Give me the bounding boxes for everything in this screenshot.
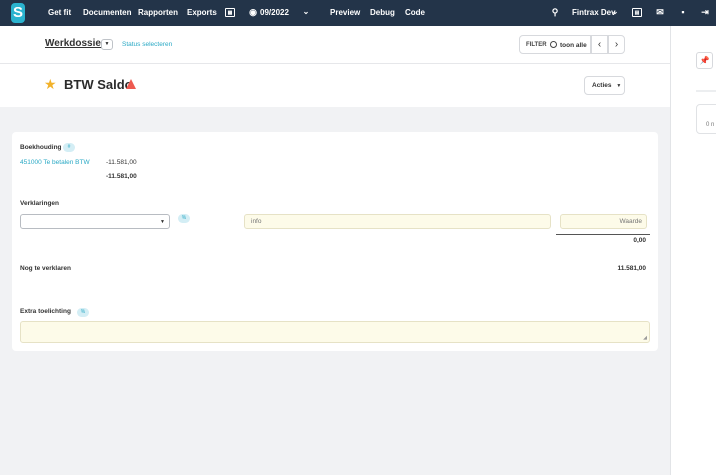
chevron-down-icon[interactable]: ⌄	[301, 7, 311, 17]
total-divider	[556, 234, 650, 235]
actions-caret-icon: ▼	[616, 83, 622, 89]
account-amount: -11.581,00	[106, 159, 137, 166]
top-navbar: S Get fit Documenten Rapporten Exports ▦…	[0, 0, 716, 26]
mail-icon[interactable]: ✉	[655, 7, 665, 17]
verklaringen-label: Verklaringen	[20, 200, 60, 207]
search-icon[interactable]: ⚲	[550, 7, 560, 17]
previous-button[interactable]: ‹	[591, 35, 608, 54]
nog-te-verklaren-value: 11.581,00	[617, 265, 646, 272]
filter-toggle[interactable]: FILTER toon alle	[519, 35, 591, 54]
user-chevron-down-icon[interactable]: ⌄	[610, 7, 620, 17]
verklaringen-tag[interactable]: %	[178, 214, 190, 223]
star-icon[interactable]: ★	[44, 77, 57, 91]
filter-label: FILTER	[526, 42, 547, 48]
page-title: BTW Saldo	[64, 77, 133, 92]
werkdossier-dropdown-button[interactable]: ▼	[101, 39, 113, 50]
verklaringen-total: 0,00	[633, 237, 646, 244]
next-button[interactable]: ›	[608, 35, 625, 54]
nav-item-documenten[interactable]: Documenten	[83, 8, 131, 17]
verklaring-select[interactable]: ▼	[20, 214, 170, 229]
resize-handle-icon[interactable]: ◢	[643, 335, 647, 341]
extra-toelichting-textarea[interactable]: ◢	[20, 321, 650, 343]
contact-card-icon[interactable]: ▤	[632, 8, 642, 17]
app-logo[interactable]: S	[11, 3, 25, 23]
nav-item-get-fit[interactable]: Get fit	[48, 8, 71, 17]
title-bar: ★ BTW Saldo Acties ▼	[0, 64, 670, 107]
nav-item-code[interactable]: Code	[405, 8, 425, 17]
nav-item-debug[interactable]: Debug	[370, 8, 395, 17]
account-link[interactable]: 451000 Te betalen BTW	[20, 159, 90, 166]
nav-item-preview[interactable]: Preview	[330, 8, 360, 17]
eye-icon[interactable]: ◉	[248, 7, 258, 17]
pin-icon[interactable]: 📌	[696, 52, 713, 69]
nav-item-exports[interactable]: Exports	[187, 8, 217, 17]
warning-icon	[126, 79, 136, 89]
actions-label: Acties	[592, 82, 612, 89]
filter-radio[interactable]	[550, 41, 557, 48]
nav-item-rapporten[interactable]: Rapporten	[138, 8, 178, 17]
extra-toelichting-tag[interactable]: %	[77, 308, 89, 317]
actions-button[interactable]: Acties ▼	[584, 76, 625, 95]
boekhouding-label: Boekhouding	[20, 144, 62, 151]
period-selector[interactable]: 09/2022	[260, 8, 289, 17]
comment-icon[interactable]: ▪	[678, 7, 688, 17]
account-total: -11.581,00	[106, 173, 137, 180]
right-side-panel: 📌 0 n	[670, 26, 716, 475]
btw-saldo-card: Boekhouding # 451000 Te betalen BTW -11.…	[12, 132, 658, 351]
waarde-input[interactable]	[560, 214, 647, 229]
calendar-icon[interactable]: ▦	[225, 8, 235, 17]
panel-card	[696, 104, 716, 134]
panel-card-text: 0 n	[706, 122, 715, 128]
sub-header: Werkdossier ▼ Status selecteren FILTER t…	[0, 26, 670, 64]
extra-toelichting-label: Extra toelichting	[20, 308, 71, 315]
filter-value: toon alle	[560, 41, 587, 49]
info-input[interactable]	[244, 214, 551, 229]
select-caret-icon: ▼	[160, 219, 165, 225]
nog-te-verklaren-label: Nog te verklaren	[20, 265, 71, 272]
panel-divider	[696, 90, 716, 92]
status-select-link[interactable]: Status selecteren	[122, 41, 172, 48]
logout-icon[interactable]: ⇥	[700, 7, 710, 17]
werkdossier-link[interactable]: Werkdossier	[45, 38, 105, 49]
boekhouding-tag[interactable]: #	[63, 143, 75, 152]
